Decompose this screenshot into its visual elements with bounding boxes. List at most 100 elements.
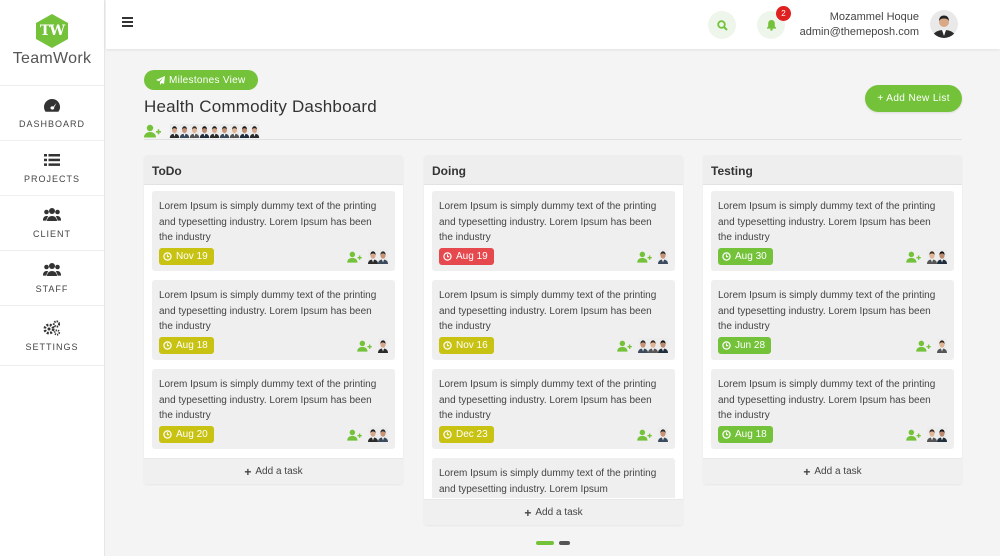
task-footer: Aug 18 <box>159 337 388 354</box>
task-footer: Jun 28 <box>718 337 947 354</box>
milestones-view-button[interactable]: Milestones View <box>144 70 258 90</box>
task-card[interactable]: Lorem Ipsum is simply dummy text of the … <box>432 191 675 271</box>
sidebar-item-label: STAFF <box>35 284 69 294</box>
add-task-label: Add a task <box>255 466 303 477</box>
assignee-avatar[interactable] <box>648 338 658 353</box>
assignee-avatar[interactable] <box>658 427 668 442</box>
add-user-icon[interactable] <box>637 251 652 263</box>
assignees <box>906 249 947 264</box>
add-user-icon[interactable] <box>906 251 921 263</box>
assignees <box>347 249 388 264</box>
task-description: Lorem Ipsum is simply dummy text of the … <box>439 379 657 421</box>
clock-icon <box>722 430 731 439</box>
assignee-avatar[interactable] <box>937 338 947 353</box>
task-description: Lorem Ipsum is simply dummy text of the … <box>159 379 377 421</box>
sidebar-item-label: SETTINGS <box>25 341 79 352</box>
sidebar-item-label: CLIENT <box>32 229 71 239</box>
due-date-text: Aug 30 <box>735 251 767 262</box>
assignee-avatar[interactable] <box>368 249 378 264</box>
assignee-avatar[interactable] <box>378 427 388 442</box>
divider <box>144 139 962 140</box>
due-date-badge: Nov 19 <box>159 248 214 265</box>
task-footer: Aug 30 <box>718 248 947 265</box>
assignees <box>637 427 668 442</box>
assignee-avatar[interactable] <box>927 249 937 264</box>
board-column-todo: ToDo Lorem Ipsum is simply dummy text of … <box>144 155 403 484</box>
task-footer: Nov 19 <box>159 248 388 265</box>
member-avatar[interactable] <box>249 124 260 138</box>
task-card[interactable]: Lorem Ipsum is simply dummy text of the … <box>152 280 395 360</box>
column-title[interactable]: Testing <box>703 155 962 185</box>
task-footer: Dec 23 <box>439 426 668 443</box>
task-description: Lorem Ipsum is simply dummy text of the … <box>718 379 936 421</box>
brand-name: TeamWork <box>12 50 92 67</box>
due-date-badge: Aug 20 <box>159 426 214 443</box>
assignees <box>347 427 388 442</box>
notifications-button[interactable]: 2 <box>757 6 791 39</box>
column-title[interactable]: ToDo <box>144 155 403 185</box>
avatar[interactable] <box>930 10 958 38</box>
sidebar-item-staff[interactable]: STAFF <box>0 251 104 306</box>
pager-dot[interactable] <box>559 541 570 545</box>
page-title: Health Commodity Dashboard <box>144 97 377 116</box>
due-date-badge: Dec 23 <box>439 426 494 443</box>
assignee-avatar[interactable] <box>378 338 388 353</box>
sidebar-item-settings[interactable]: SETTINGS <box>0 306 104 366</box>
assignee-avatar[interactable] <box>927 427 937 442</box>
team-members <box>144 123 962 139</box>
dashboard-gauge-icon <box>44 99 60 112</box>
due-date-badge: Nov 16 <box>439 337 494 354</box>
assignee-avatar[interactable] <box>937 427 947 442</box>
assignee-avatar[interactable] <box>638 338 648 353</box>
add-task-label: Add a task <box>535 507 583 518</box>
due-date-badge: Aug 18 <box>159 337 214 354</box>
add-task-button[interactable]: + Add a task <box>703 458 962 484</box>
due-date-badge: Aug 18 <box>718 426 773 443</box>
task-card[interactable]: Lorem Ipsum is simply dummy text of the … <box>711 369 954 449</box>
pager-dot-active[interactable] <box>536 541 554 545</box>
task-description: Lorem Ipsum is simply dummy text of the … <box>718 201 936 243</box>
task-card[interactable]: Lorem Ipsum is simply dummy text of the … <box>152 191 395 271</box>
sidebar-item-projects[interactable]: PROJECTS <box>0 141 104 196</box>
task-card[interactable]: Lorem Ipsum is simply dummy text of the … <box>432 369 675 449</box>
task-card[interactable]: Lorem Ipsum is simply dummy text of the … <box>432 280 675 360</box>
add-user-icon[interactable] <box>906 429 921 441</box>
user-info[interactable]: Mozammel Hoque admin@themeposh.com <box>800 10 919 40</box>
assignee-avatar[interactable] <box>937 249 947 264</box>
notification-count-badge: 2 <box>776 6 791 21</box>
sidebar-item-dashboard[interactable]: DASHBOARD <box>0 86 104 141</box>
task-card[interactable]: Lorem Ipsum is simply dummy text of the … <box>711 191 954 271</box>
add-user-icon[interactable] <box>144 124 161 138</box>
add-user-icon[interactable] <box>357 340 372 352</box>
plus-icon: + <box>803 464 811 479</box>
brand-logo[interactable]: TW TeamWork <box>0 0 104 86</box>
assignee-avatar[interactable] <box>658 249 668 264</box>
add-user-icon[interactable] <box>617 340 632 352</box>
add-task-button[interactable]: + Add a task <box>424 499 683 525</box>
column-title[interactable]: Doing <box>424 155 683 185</box>
task-card[interactable]: Lorem Ipsum is simply dummy text of the … <box>152 369 395 449</box>
due-date-text: Aug 18 <box>176 340 208 351</box>
add-user-icon[interactable] <box>916 340 931 352</box>
assignee-avatar[interactable] <box>368 427 378 442</box>
assignee-avatar[interactable] <box>378 249 388 264</box>
clock-icon <box>163 341 172 350</box>
task-card[interactable]: Lorem Ipsum is simply dummy text of the … <box>711 280 954 360</box>
board-column-testing: Testing Lorem Ipsum is simply dummy text … <box>703 155 962 484</box>
task-card[interactable]: Lorem Ipsum is simply dummy text of the … <box>432 458 675 498</box>
hamburger-icon[interactable] <box>122 17 133 28</box>
add-user-icon[interactable] <box>347 429 362 441</box>
user-name: Mozammel Hoque <box>829 11 919 23</box>
assignee-avatar[interactable] <box>658 338 668 353</box>
assignees <box>617 338 668 353</box>
search-button[interactable] <box>708 11 736 39</box>
paper-plane-icon <box>156 75 165 85</box>
add-user-icon[interactable] <box>347 251 362 263</box>
add-user-icon[interactable] <box>637 429 652 441</box>
add-new-list-button[interactable]: + Add New List <box>865 85 962 112</box>
add-task-button[interactable]: + Add a task <box>144 458 403 484</box>
due-date-text: Aug 19 <box>456 251 488 262</box>
due-date-text: Dec 23 <box>456 429 488 440</box>
sidebar-item-client[interactable]: CLIENT <box>0 196 104 251</box>
clock-icon <box>443 430 452 439</box>
